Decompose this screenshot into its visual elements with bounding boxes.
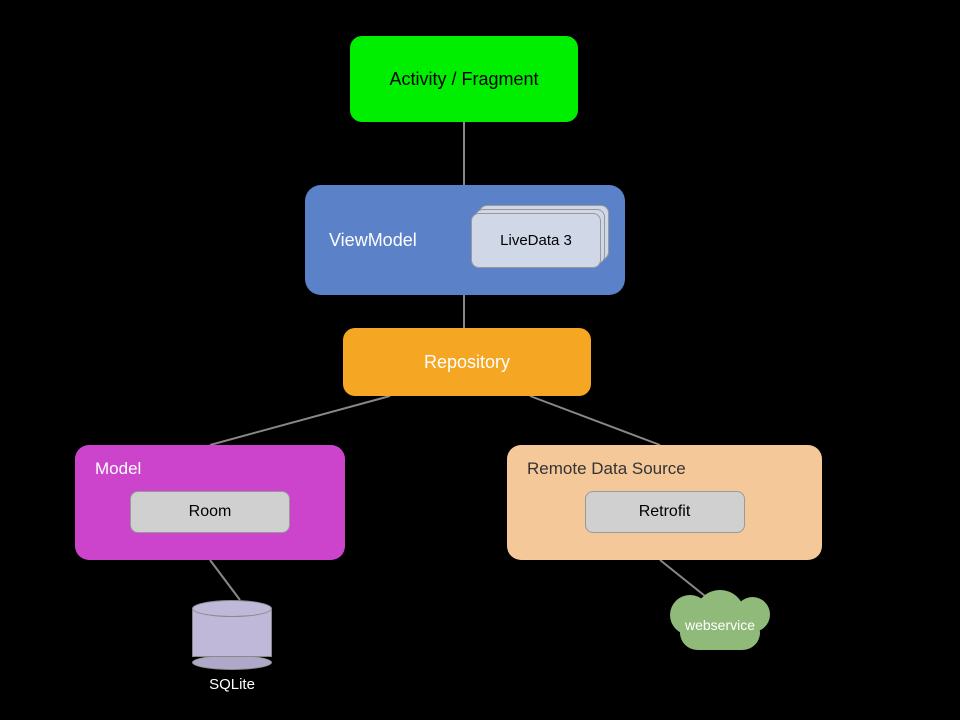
retrofit-card: Retrofit — [585, 491, 745, 533]
viewmodel-box: ViewModel LiveData 3 — [305, 185, 625, 295]
sqlite-label: SQLite — [209, 676, 255, 693]
viewmodel-label: ViewModel — [329, 230, 417, 251]
livedata-stack: LiveData 3 — [471, 205, 601, 275]
sqlite-container: SQLite — [192, 600, 272, 693]
remote-data-source-box: Remote Data Source Retrofit — [507, 445, 822, 560]
model-box: Model Room — [75, 445, 345, 560]
webservice-label: webservice — [685, 617, 755, 633]
room-label: Room — [189, 503, 232, 521]
activity-fragment-box: Activity / Fragment — [350, 36, 578, 122]
diagram-container: Activity / Fragment ViewModel LiveData 3… — [0, 0, 960, 720]
livedata-label: LiveData 3 — [500, 232, 572, 249]
repository-box: Repository — [343, 328, 591, 396]
cylinder-bottom — [192, 655, 272, 670]
repository-label: Repository — [424, 352, 510, 373]
room-card: Room — [130, 491, 290, 533]
model-label: Model — [95, 459, 325, 479]
webservice-cloud: webservice — [660, 600, 780, 660]
sqlite-cylinder — [192, 600, 272, 670]
remote-data-source-label: Remote Data Source — [527, 459, 802, 479]
cloud-shape: webservice — [660, 600, 780, 650]
livedata-card-3: LiveData 3 — [471, 213, 601, 268]
retrofit-label: Retrofit — [639, 503, 691, 521]
webservice-container: webservice — [660, 600, 780, 660]
activity-fragment-label: Activity / Fragment — [389, 69, 538, 90]
